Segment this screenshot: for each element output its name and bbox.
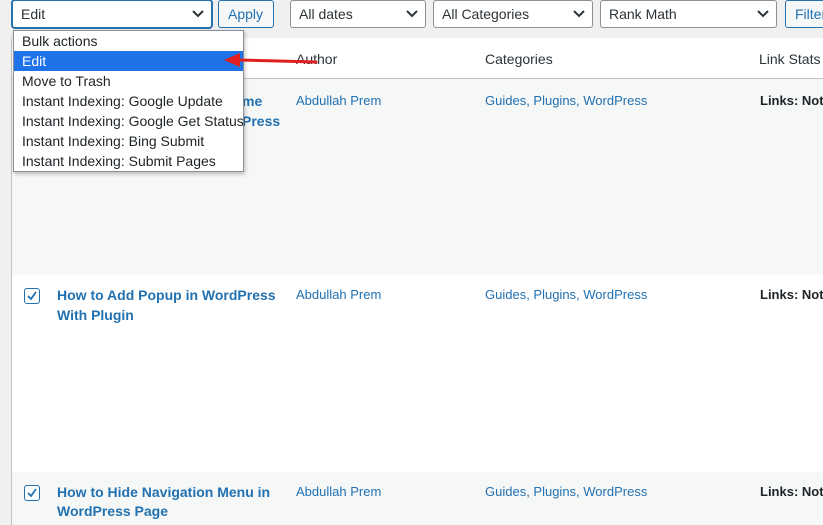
rankmath-filter-value: Rank Math (609, 6, 677, 22)
option-edit[interactable]: Edit (14, 51, 243, 71)
table-row: How to Add Popup in WordPress With Plugi… (12, 275, 823, 472)
post-categories-links[interactable]: Guides, Plugins, WordPress (485, 484, 647, 499)
apply-button[interactable]: Apply (218, 0, 274, 28)
post-title-link[interactable]: Press (242, 111, 287, 131)
red-arrow-annotation (224, 53, 318, 67)
option-google-get-status[interactable]: Instant Indexing: Google Get Status (14, 111, 244, 131)
post-categories-links[interactable]: Guides, Plugins, WordPress (485, 93, 647, 108)
tablenav-top: Edit Apply All dates All Categories Rank… (0, 0, 823, 34)
categories-filter-select[interactable]: All Categories (433, 0, 593, 28)
checkmark-icon (27, 488, 37, 498)
option-google-update[interactable]: Instant Indexing: Google Update (14, 91, 243, 111)
post-title-link-line2[interactable]: With Plugin (57, 305, 282, 325)
row-checkbox[interactable] (24, 485, 40, 501)
post-author-link[interactable]: Abdullah Prem (296, 287, 381, 302)
chevron-down-icon (757, 10, 769, 18)
bulk-actions-value: Edit (21, 6, 46, 22)
option-bing-submit[interactable]: Instant Indexing: Bing Submit (14, 131, 243, 151)
post-title-link[interactable]: How to Add Popup in WordPress (57, 285, 282, 305)
post-author-link[interactable]: Abdullah Prem (296, 93, 381, 108)
post-author-link[interactable]: Abdullah Prem (296, 484, 381, 499)
option-bulk-actions[interactable]: Bulk actions (14, 31, 243, 51)
link-stats-text: Links: Not S (760, 484, 823, 499)
option-submit-pages[interactable]: Instant Indexing: Submit Pages (14, 151, 243, 171)
rankmath-filter-select[interactable]: Rank Math (600, 0, 777, 28)
option-move-to-trash[interactable]: Move to Trash (14, 71, 243, 91)
post-title-link[interactable]: me (242, 91, 282, 111)
post-categories-links[interactable]: Guides, Plugins, WordPress (485, 287, 647, 302)
column-header-categories: Categories (485, 51, 553, 67)
post-title-link[interactable]: How to Hide Navigation Menu in (57, 482, 282, 502)
chevron-down-icon (192, 10, 204, 18)
row-checkbox[interactable] (24, 288, 40, 304)
chevron-down-icon (406, 10, 418, 18)
categories-filter-value: All Categories (442, 6, 530, 22)
column-header-link-stats: Link Stats (759, 51, 821, 67)
checkmark-icon (27, 291, 37, 301)
filter-button-label: Filter (795, 6, 823, 22)
table-row: How to Hide Navigation Menu in WordPress… (12, 472, 823, 525)
dates-filter-select[interactable]: All dates (290, 0, 426, 28)
dates-filter-value: All dates (299, 6, 353, 22)
bulk-actions-select[interactable]: Edit (12, 0, 212, 28)
link-stats-text: Links: Not S (760, 287, 823, 302)
link-stats-text: Links: Not S (760, 93, 823, 108)
post-title-link-line2[interactable]: WordPress Page (57, 501, 282, 521)
chevron-down-icon (573, 10, 585, 18)
filter-button[interactable]: Filter (785, 0, 823, 28)
bulk-actions-dropdown-list: Bulk actions Edit Move to Trash Instant … (13, 30, 244, 172)
apply-button-label: Apply (228, 6, 264, 22)
